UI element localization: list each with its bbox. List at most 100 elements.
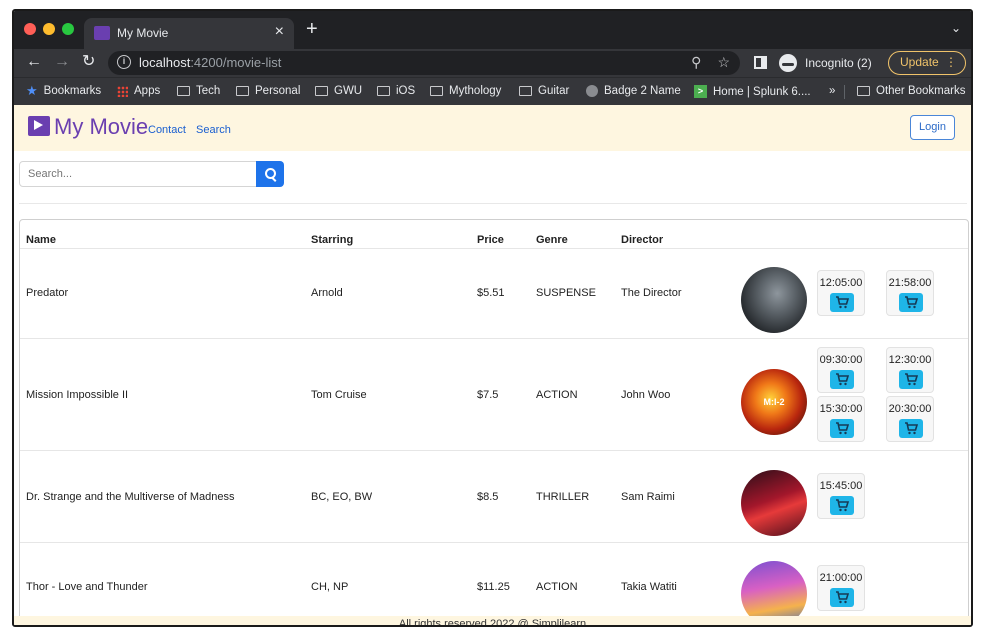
- cart-icon[interactable]: [899, 419, 923, 438]
- site-info-icon[interactable]: i: [117, 55, 131, 69]
- maximize-window-button[interactable]: [62, 23, 74, 35]
- folder-icon: [519, 86, 532, 96]
- cart-icon[interactable]: [830, 419, 854, 438]
- update-label: Update: [900, 55, 939, 69]
- divider: [19, 203, 967, 204]
- movie-name: Mission Impossible II: [26, 389, 129, 401]
- bookmark-badge-2-name[interactable]: Badge 2 Name: [586, 85, 681, 97]
- movie-name: Thor - Love and Thunder: [26, 581, 148, 593]
- forward-icon[interactable]: →: [54, 52, 70, 72]
- star-icon: ★: [26, 83, 38, 98]
- cart-icon[interactable]: [830, 293, 854, 312]
- page-footer: All rights reserved 2022 @ Simplilearn: [14, 616, 971, 625]
- bookmark-splunk[interactable]: > Home | Splunk 6....: [694, 85, 811, 98]
- incognito-profile[interactable]: Incognito (2): [779, 52, 872, 74]
- movie-table: Name Starring Price Genre Director Preda…: [19, 219, 969, 625]
- profile-label: Incognito (2): [805, 56, 872, 70]
- movie-starring: CH, NP: [311, 581, 349, 593]
- showtime-slot: 12:05:00: [817, 270, 865, 316]
- bookmark-gwu[interactable]: GWU: [315, 85, 362, 97]
- minimize-window-button[interactable]: [43, 23, 55, 35]
- header-name: Name: [26, 234, 56, 246]
- cart-icon[interactable]: [830, 370, 854, 389]
- folder-icon: [377, 86, 390, 96]
- movie-director: Sam Raimi: [621, 491, 675, 503]
- movie-genre: ACTION: [536, 389, 578, 401]
- movie-starring: Arnold: [311, 287, 343, 299]
- bookmark-guitar[interactable]: Guitar: [519, 85, 569, 97]
- cart-icon[interactable]: [830, 496, 854, 515]
- side-panel-icon[interactable]: [754, 56, 767, 69]
- globe-icon: [586, 85, 598, 97]
- menu-dots-icon: ⋮: [945, 55, 957, 69]
- showtime-slot: 21:00:00: [817, 565, 865, 611]
- movie-poster: [741, 470, 807, 536]
- folder-icon: [315, 86, 328, 96]
- close-tab-icon[interactable]: ×: [275, 23, 284, 41]
- movie-director: The Director: [621, 287, 682, 299]
- header-director: Director: [621, 234, 664, 246]
- back-icon[interactable]: ←: [26, 52, 42, 72]
- browser-toolbar: ← → ↻ i localhost:4200/movie-list ⚲ ☆ Inc…: [14, 49, 971, 77]
- showtime-label: 15:45:00: [819, 480, 863, 492]
- bookmark-star-icon[interactable]: ☆: [717, 54, 730, 70]
- nav-search-link[interactable]: Search: [196, 124, 231, 136]
- showtime-label: 15:30:00: [819, 403, 863, 415]
- tab-bar: My Movie × + ⌄: [14, 11, 971, 49]
- showtime-slot: 12:30:00: [886, 347, 934, 393]
- showtime-slot: 09:30:00: [817, 347, 865, 393]
- table-row: Predator Arnold $5.51 SUSPENSE The Direc…: [20, 248, 968, 338]
- folder-icon: [430, 86, 443, 96]
- movie-favicon-icon: [94, 26, 110, 40]
- tab-my-movie[interactable]: My Movie ×: [84, 18, 294, 49]
- showtime-label: 21:58:00: [888, 277, 932, 289]
- poster-title: M:I-2: [763, 397, 785, 407]
- incognito-icon: [779, 54, 797, 72]
- table-row: Dr. Strange and the Multiverse of Madnes…: [20, 450, 968, 542]
- bookmark-bookmarks[interactable]: ★ Bookmarks: [26, 83, 101, 98]
- bookmark-personal[interactable]: Personal: [236, 85, 300, 97]
- brand-title[interactable]: My Movie: [54, 114, 148, 140]
- header-starring: Starring: [311, 234, 354, 246]
- app-navbar: My Movie Contact Search Login: [14, 105, 971, 151]
- movie-poster: M:I-2: [741, 369, 807, 435]
- search-input[interactable]: [19, 161, 257, 187]
- login-button[interactable]: Login: [910, 115, 955, 140]
- bookmark-mythology[interactable]: Mythology: [430, 85, 501, 97]
- update-button[interactable]: Update ⋮: [888, 51, 966, 75]
- search-icon[interactable]: [256, 161, 284, 187]
- movie-name: Dr. Strange and the Multiverse of Madnes…: [26, 491, 235, 503]
- splunk-icon: >: [694, 85, 707, 98]
- apps-grid-icon: [117, 85, 128, 97]
- showtime-slot: 20:30:00: [886, 396, 934, 442]
- cart-icon[interactable]: [830, 588, 854, 607]
- movie-logo-icon[interactable]: [28, 116, 50, 136]
- address-bar[interactable]: i localhost:4200/movie-list ⚲ ☆: [108, 51, 740, 75]
- showtime-label: 09:30:00: [819, 354, 863, 366]
- movie-name: Predator: [26, 287, 69, 299]
- nav-contact-link[interactable]: Contact: [148, 124, 186, 136]
- zoom-icon[interactable]: ⚲: [691, 54, 701, 70]
- bookmark-tech[interactable]: Tech: [177, 85, 220, 97]
- cart-icon[interactable]: [899, 370, 923, 389]
- showtime-slot: 21:58:00: [886, 270, 934, 316]
- bookmark-other-bookmarks[interactable]: Other Bookmarks: [857, 85, 965, 97]
- more-bookmarks-icon[interactable]: »: [829, 85, 835, 97]
- movie-price: $8.5: [477, 491, 499, 503]
- tab-search-icon[interactable]: ⌄: [951, 21, 961, 35]
- folder-icon: [236, 86, 249, 96]
- bookmark-apps[interactable]: Apps: [117, 85, 160, 97]
- showtime-label: 12:30:00: [888, 354, 932, 366]
- movie-director: John Woo: [621, 389, 671, 401]
- movie-genre: THRILLER: [536, 491, 590, 503]
- showtime-slot: 15:30:00: [817, 396, 865, 442]
- bookmark-ios[interactable]: iOS: [377, 85, 415, 97]
- url-text[interactable]: localhost:4200/movie-list: [139, 55, 281, 70]
- header-price: Price: [477, 234, 504, 246]
- new-tab-icon[interactable]: +: [306, 19, 318, 39]
- reload-icon[interactable]: ↻: [82, 52, 95, 72]
- movie-genre: ACTION: [536, 581, 578, 593]
- close-window-button[interactable]: [24, 23, 36, 35]
- header-genre: Genre: [536, 234, 568, 246]
- cart-icon[interactable]: [899, 293, 923, 312]
